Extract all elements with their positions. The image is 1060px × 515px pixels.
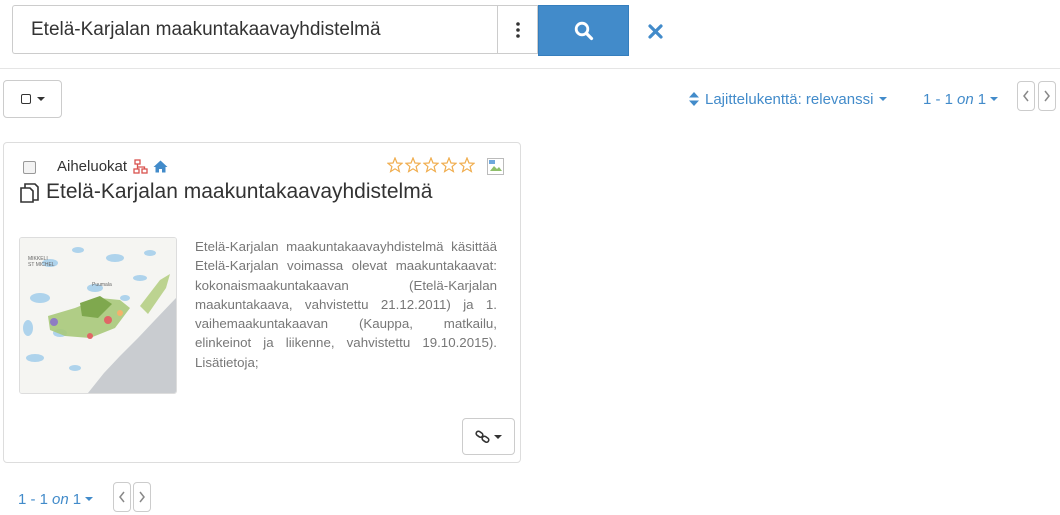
- copy-icon: [20, 183, 39, 203]
- chevron-left-icon: [119, 491, 125, 503]
- footer-pager-of: on: [52, 490, 69, 508]
- search-button[interactable]: [538, 5, 629, 56]
- caret-down-icon: [879, 97, 888, 101]
- search-options-button[interactable]: [497, 5, 538, 54]
- result-title[interactable]: Etelä-Karjalan maakuntakaavayhdistelmä: [46, 180, 432, 204]
- broken-image-icon: [487, 158, 504, 175]
- links-dropdown-button[interactable]: [462, 418, 515, 455]
- star-icon[interactable]: [423, 157, 439, 173]
- caret-down-icon: [990, 97, 999, 101]
- pager-range: 1 - 1: [923, 90, 954, 108]
- chevron-right-icon: [1044, 90, 1050, 102]
- search-input[interactable]: [12, 5, 497, 54]
- link-icon: [475, 429, 490, 443]
- footer-prev-page-button[interactable]: [113, 482, 131, 512]
- star-icon[interactable]: [441, 157, 457, 173]
- sort-dropdown[interactable]: Lajittelukenttä: relevanssi: [689, 89, 888, 109]
- clear-search-button[interactable]: [642, 18, 668, 44]
- footer-pager-total: 1: [72, 490, 82, 508]
- caret-down-icon: [36, 97, 45, 101]
- chevron-right-icon: [139, 491, 145, 503]
- home-icon[interactable]: [153, 160, 168, 173]
- star-icon[interactable]: [387, 157, 403, 173]
- select-all-dropdown[interactable]: [3, 80, 62, 118]
- sort-label: Lajittelukenttä: relevanssi: [705, 90, 874, 108]
- svg-text:Puumala: Puumala: [92, 282, 112, 288]
- sort-icon: [689, 92, 699, 106]
- footer-pager-dropdown[interactable]: 1 - 1 on 1: [18, 489, 94, 509]
- divider: [0, 68, 1060, 69]
- map-thumbnail: MIKKELI ST MICHEL Puumala: [20, 238, 176, 393]
- close-icon: [647, 23, 663, 39]
- next-page-button[interactable]: [1038, 81, 1056, 111]
- caret-down-icon: [85, 497, 94, 501]
- caret-down-icon: [494, 434, 502, 439]
- svg-text:ST MICHEL: ST MICHEL: [28, 262, 55, 268]
- star-icon[interactable]: [405, 157, 421, 173]
- footer-next-page-button[interactable]: [133, 482, 151, 512]
- prev-page-button[interactable]: [1017, 81, 1035, 111]
- chevron-left-icon: [1023, 90, 1029, 102]
- pager-dropdown[interactable]: 1 - 1 on 1: [923, 89, 999, 109]
- search-icon: [574, 21, 593, 40]
- result-select-checkbox[interactable]: [23, 161, 36, 174]
- pager-of: on: [957, 90, 974, 108]
- result-categories: Aiheluokat: [57, 158, 168, 175]
- sitemap-icon[interactable]: [133, 159, 149, 174]
- rating-stars[interactable]: [387, 157, 475, 173]
- result-description: Etelä-Karjalan maakuntakaavayhdistelmä k…: [195, 239, 497, 370]
- result-thumbnail[interactable]: MIKKELI ST MICHEL Puumala: [19, 237, 177, 394]
- vertical-ellipsis-icon: [515, 21, 520, 38]
- result-title-row[interactable]: Etelä-Karjalan maakuntakaavayhdistelmä: [18, 180, 432, 204]
- checkbox-icon: [20, 94, 31, 104]
- star-icon[interactable]: [459, 157, 475, 173]
- pager-total: 1: [977, 90, 987, 108]
- category-label: Aiheluokat: [57, 158, 128, 175]
- footer-pager-range: 1 - 1: [18, 490, 49, 508]
